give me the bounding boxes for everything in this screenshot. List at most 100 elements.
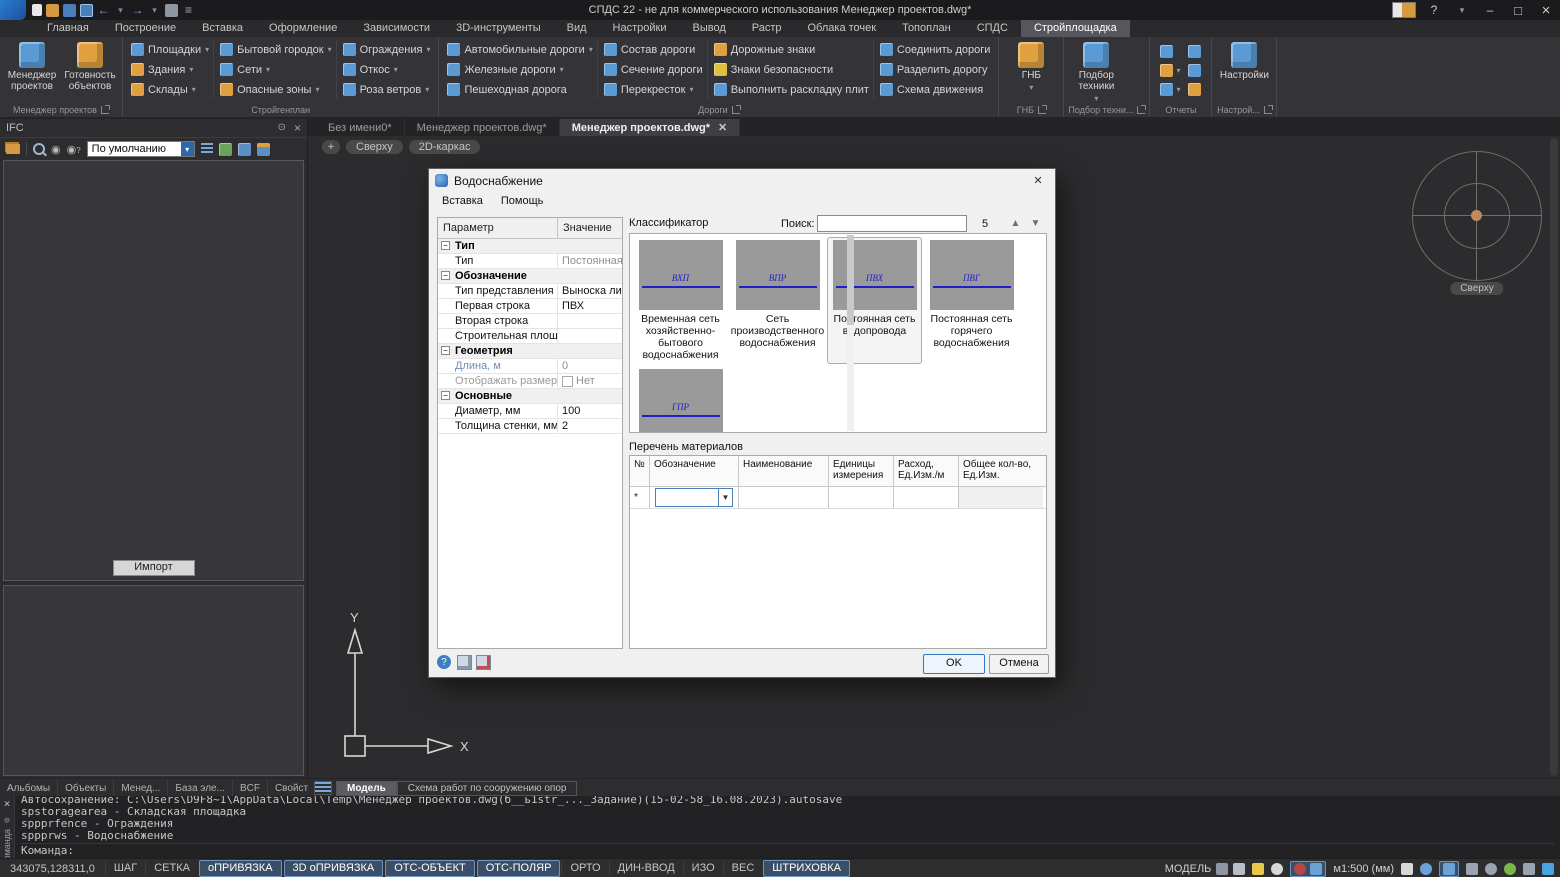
warehouses-button[interactable]: Склады ▾ (131, 80, 209, 99)
ribbon-tab-8[interactable]: Вывод (679, 20, 738, 37)
status-toggle-0[interactable]: ШАГ (104, 861, 145, 876)
road-signs-button[interactable]: Дорожные знаки (713, 40, 869, 59)
command-prompt[interactable]: Команда: (21, 843, 1554, 857)
status-toggle-8[interactable]: ИЗО (682, 861, 723, 876)
search-input[interactable] (817, 215, 967, 232)
qat-customize-icon[interactable] (182, 4, 195, 17)
annotation-icon[interactable] (1233, 862, 1246, 875)
help-dropdown-icon[interactable] (1448, 0, 1476, 20)
param-group-row[interactable]: − Геометрия (438, 344, 622, 359)
status-toggle-2[interactable]: оПРИВЯЗКА (198, 860, 282, 877)
ifc-properties-area[interactable] (3, 585, 304, 776)
param-group-row[interactable]: − Основные (438, 389, 622, 404)
ifc-tree-area[interactable]: Импорт (3, 160, 304, 581)
viewport-control-1[interactable]: Сверху (346, 140, 403, 154)
crane-selection-button[interactable]: Подбор техники ▾ (1068, 40, 1124, 103)
slab-layout-button[interactable]: Выполнить раскладку плит (713, 80, 869, 99)
selection-highlight-icon[interactable] (1252, 862, 1265, 875)
classifier-item-2[interactable]: ПВХ Постоянная сеть водопровода (827, 237, 922, 364)
doc-tab-2[interactable]: Менеджер проектов.dwg* ✕ (559, 119, 741, 136)
close-doc-icon[interactable]: ✕ (718, 121, 727, 134)
status-toggle-7[interactable]: ДИН-ВВОД (608, 861, 683, 876)
classifier-item-1[interactable]: ВПР Сеть производственного водоснабжения (730, 237, 825, 364)
ribbon-tab-9[interactable]: Растр (739, 20, 795, 37)
wheel-center-icon[interactable] (1471, 210, 1482, 221)
camp-button[interactable]: Бытовой городок ▾ (220, 40, 332, 59)
minimize-button[interactable] (1476, 0, 1504, 20)
zoom-icon[interactable] (1420, 862, 1432, 875)
split-road-button[interactable]: Разделить дорогу (879, 60, 990, 79)
maximize-button[interactable] (1504, 0, 1532, 20)
ribbon-tab-10[interactable]: Облака точек (795, 20, 890, 37)
save-as-icon[interactable] (80, 3, 93, 17)
ribbon-tab-5[interactable]: 3D-инструменты (443, 20, 554, 37)
param-row[interactable]: Вторая строка (438, 314, 622, 329)
checkbox-icon[interactable] (562, 375, 573, 387)
close-panel-icon[interactable] (294, 121, 301, 135)
lightbulb-icon[interactable] (1271, 862, 1284, 875)
dialog-launcher-icon[interactable] (100, 105, 110, 114)
report-table-button[interactable] (1188, 64, 1202, 77)
help-button[interactable]: ? (1420, 0, 1448, 20)
eye-question-icon[interactable] (67, 140, 81, 158)
canvas-scrollbar[interactable] (1550, 138, 1558, 776)
status-toggle-10[interactable]: ШТРИХОВКА (763, 860, 850, 877)
report-photo-button[interactable] (1188, 45, 1202, 58)
auto-roads-button[interactable]: Автомобильные дороги ▾ (447, 40, 593, 59)
road-structure-button[interactable]: Состав дороги (603, 40, 703, 59)
collapse-icon[interactable]: − (441, 346, 450, 355)
model-space-label[interactable]: МОДЕЛЬ (1165, 863, 1212, 875)
search-up-button[interactable] (1007, 215, 1024, 232)
join-roads-button[interactable]: Соединить дороги (879, 40, 990, 59)
sites-button[interactable]: Площадки ▾ (131, 40, 209, 59)
materials-cell[interactable] (829, 487, 894, 508)
ribbon-tab-11[interactable]: Топоплан (889, 20, 964, 37)
status-toggle-6[interactable]: ОРТО (561, 861, 608, 876)
app-logo-icon[interactable] (0, 0, 26, 20)
param-row[interactable]: Толщина стенки, мм 2 (438, 419, 622, 434)
folder-icon[interactable] (6, 144, 20, 154)
autosave-icon[interactable] (476, 655, 491, 670)
export-model-icon[interactable] (218, 142, 232, 156)
menu-item-1[interactable]: Помощь (492, 195, 553, 207)
ribbon-tab-13[interactable]: Стройплощадка (1020, 20, 1130, 37)
help-icon[interactable] (437, 655, 451, 669)
road-section-button[interactable]: Сечение дороги (603, 60, 703, 79)
classifier-item-4[interactable]: ГПР (633, 366, 728, 432)
fullscreen-icon[interactable] (1542, 862, 1554, 875)
settings-button[interactable]: Настройки (1216, 40, 1272, 81)
save-icon[interactable] (63, 3, 76, 17)
lock-ui-icon[interactable] (1523, 862, 1535, 875)
classifier-item-3[interactable]: ПВГ Постоянная сеть горячего водоснабжени… (924, 237, 1019, 364)
project-manager-button[interactable]: Менеджер проектов (4, 40, 60, 92)
crossroad-button[interactable]: Перекресток ▾ (603, 80, 703, 99)
ribbon-tab-12[interactable]: СПДС (964, 20, 1021, 37)
navigation-wheel[interactable]: Сверху (1412, 151, 1542, 297)
search-icon[interactable] (33, 143, 45, 155)
ribbon-tab-1[interactable]: Построение (102, 20, 189, 37)
networks-button[interactable]: Сети ▾ (220, 60, 331, 79)
import-button[interactable]: Импорт (112, 560, 195, 576)
status-toggle-9[interactable]: ВЕС (722, 861, 763, 876)
wind-rose-button[interactable]: Роза ветров ▾ (342, 80, 431, 99)
layout-tab-0[interactable]: Модель (336, 780, 397, 796)
dialog-launcher-icon[interactable] (1263, 105, 1273, 114)
report-grid-button[interactable] (1188, 83, 1202, 96)
ribbon-tab-2[interactable]: Вставка (189, 20, 256, 37)
side-panel-tab-0[interactable]: Альбомы (0, 779, 59, 797)
layout-grid-icon[interactable] (1392, 2, 1416, 18)
side-panel-tab-2[interactable]: Менед... (114, 779, 169, 797)
cmd-pin-icon[interactable] (4, 813, 9, 826)
viewport-control-0[interactable]: + (322, 140, 340, 154)
new-file-icon[interactable] (32, 4, 42, 16)
open-file-icon[interactable] (46, 3, 59, 17)
command-history[interactable]: Автосохранение: C:\Users\D9F8~1\AppData\… (15, 796, 1560, 858)
undo-dropdown-icon[interactable] (114, 4, 127, 17)
isolate-objects-icon[interactable] (1294, 862, 1307, 875)
orbit-icon[interactable] (1485, 862, 1497, 875)
dialog-close-button[interactable] (1021, 169, 1055, 192)
railways-button[interactable]: Железные дороги ▾ (447, 60, 592, 79)
collapse-icon[interactable]: − (441, 271, 450, 280)
materials-cell[interactable] (959, 487, 1043, 508)
search-down-button[interactable] (1027, 215, 1044, 232)
